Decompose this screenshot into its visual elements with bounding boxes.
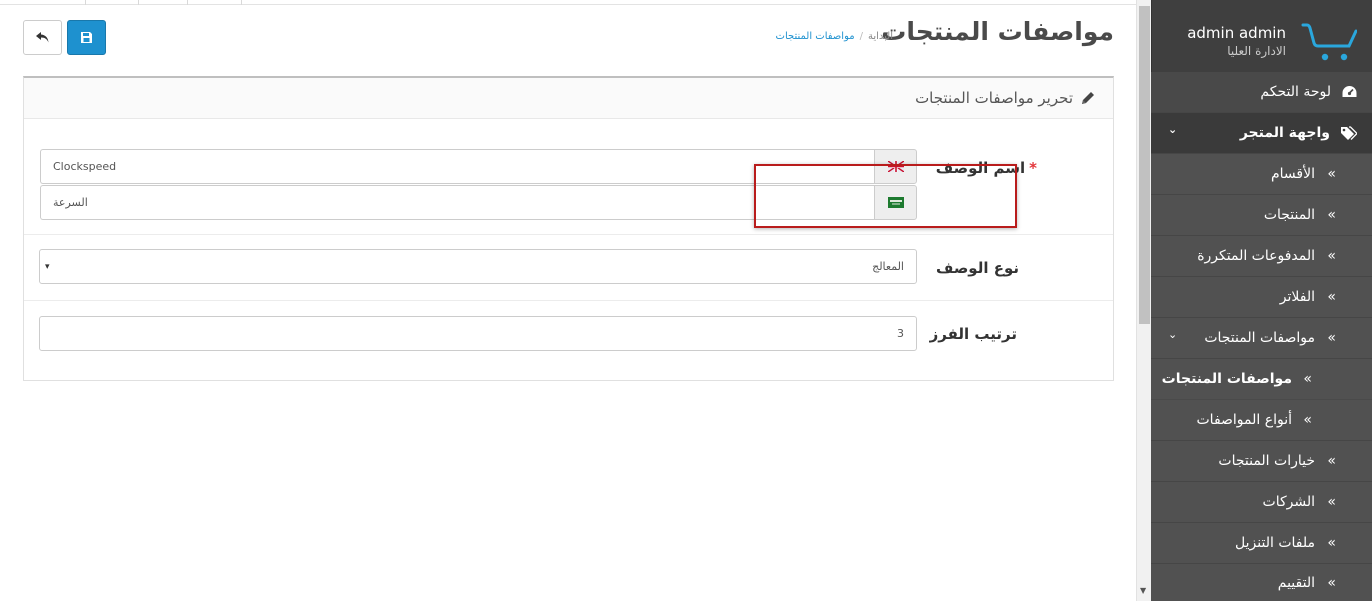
double-chevron-icon: » [1327, 207, 1336, 223]
sidebar-item-catalog[interactable]: واجهة المتجر ⌄ [1151, 113, 1372, 154]
cart-icon [1301, 23, 1357, 61]
sidebar-item-reviews[interactable]: » التقييم [1151, 564, 1372, 601]
double-chevron-icon: » [1327, 166, 1336, 182]
double-chevron-icon: » [1327, 494, 1336, 510]
panel-heading: تحرير مواصفات المنتجات [24, 78, 1113, 119]
breadcrumb-separator: / [859, 31, 863, 42]
panel-title: تحرير مواصفات المنتجات [915, 89, 1095, 107]
save-button[interactable] [67, 20, 106, 55]
panel-title-text: تحرير مواصفات المنتجات [915, 89, 1073, 107]
sidebar-item-attributes-current[interactable]: » مواصفات المنتجات [1151, 359, 1372, 400]
sidebar-item-label: ملفات التنزيل [1235, 535, 1315, 551]
uk-flag-icon [887, 161, 904, 172]
group-label: نوع الوصف [935, 259, 1019, 277]
sidebar-item-label: خيارات المنتجات [1218, 453, 1315, 469]
save-icon [81, 32, 92, 43]
name-label: *اسم الوصف [936, 159, 1037, 177]
form-row-group: نوع الوصف ▾ المعالج [24, 235, 1113, 301]
sidebar-item-label: مواصفات المنتجات [1204, 330, 1315, 346]
name-field-en[interactable]: Clockspeed [40, 149, 874, 184]
name-label-text: اسم الوصف [935, 159, 1026, 177]
form-row-name: *اسم الوصف Clockspeed السرعة [24, 119, 1113, 235]
sidebar-item-attributes[interactable]: » مواصفات المنتجات ⌄ [1151, 318, 1372, 359]
sidebar-profile: admin admin الادارة العليا [1151, 0, 1372, 72]
tags-icon [1341, 126, 1357, 140]
main-content: مواصفات المنتجات البداية / مواصفات المنتجا… [0, 5, 1136, 601]
sidebar-item-dashboard[interactable]: لوحة التحكم [1151, 72, 1372, 113]
scroll-down-arrow-icon[interactable]: ▼ [1140, 586, 1146, 595]
sidebar-item-downloads[interactable]: » ملفات التنزيل [1151, 523, 1372, 564]
sidebar: admin admin الادارة العليا لوحة التحكم و… [1151, 0, 1372, 601]
user-role: الادارة العليا [1227, 44, 1286, 58]
name-field-ar[interactable]: السرعة [40, 185, 874, 220]
group-selected-value: المعالج [872, 260, 904, 273]
breadcrumb: البداية / مواصفات المنتجات [776, 31, 893, 42]
scroll-thumb[interactable] [1139, 6, 1150, 324]
page-title: مواصفات المنتجات [881, 17, 1114, 46]
sidebar-item-label: لوحة التحكم [1260, 84, 1331, 100]
double-chevron-icon: » [1327, 535, 1336, 551]
breadcrumb-current[interactable]: مواصفات المنتجات [776, 31, 855, 42]
flag-addon-ar [874, 185, 917, 220]
edit-panel: تحرير مواصفات المنتجات *اسم الوصف Clocks… [23, 76, 1114, 381]
sidebar-item-filters[interactable]: » الفلاتر [1151, 277, 1372, 318]
sort-order-input[interactable]: 3 [39, 316, 917, 351]
pencil-icon [1082, 92, 1094, 104]
group-select[interactable]: ▾ المعالج [39, 249, 917, 284]
sidebar-item-label: التقييم [1277, 574, 1315, 591]
dashboard-icon [1342, 86, 1357, 97]
chevron-down-icon: ▾ [45, 261, 50, 272]
vertical-scrollbar[interactable]: ▼ [1136, 0, 1151, 601]
sidebar-item-recurring[interactable]: » المدفوعات المتكررة [1151, 236, 1372, 277]
form-row-sort: ترتيب الفرز 3 [24, 301, 1113, 381]
required-mark: * [1029, 159, 1037, 177]
sidebar-item-label: الأقسام [1271, 166, 1315, 182]
sidebar-item-label: واجهة المتجر [1239, 125, 1330, 141]
double-chevron-icon: » [1303, 371, 1312, 387]
sidebar-item-categories[interactable]: » الأقسام [1151, 154, 1372, 195]
double-chevron-icon: » [1327, 574, 1336, 591]
sidebar-item-manufacturers[interactable]: » الشركات [1151, 482, 1372, 523]
sidebar-item-label: المدفوعات المتكررة [1197, 248, 1315, 264]
sidebar-item-products[interactable]: » المنتجات [1151, 195, 1372, 236]
sidebar-item-label: الفلاتر [1279, 289, 1315, 305]
double-chevron-icon: » [1327, 453, 1336, 469]
sidebar-item-label: الشركات [1262, 494, 1315, 510]
chevron-down-icon: ⌄ [1168, 328, 1178, 341]
sidebar-item-attribute-groups[interactable]: » أنواع المواصفات [1151, 400, 1372, 441]
double-chevron-icon: » [1327, 289, 1336, 305]
double-chevron-icon: » [1327, 330, 1336, 346]
chevron-down-icon: ⌄ [1168, 123, 1178, 136]
sidebar-item-label: المنتجات [1263, 207, 1315, 223]
sidebar-item-label: مواصفات المنتجات [1161, 371, 1292, 387]
name-input-en[interactable]: Clockspeed [40, 149, 917, 184]
sidebar-item-options[interactable]: » خيارات المنتجات [1151, 441, 1372, 482]
sa-flag-icon [887, 197, 904, 208]
user-name: admin admin [1187, 24, 1286, 42]
name-input-ar[interactable]: السرعة [40, 185, 917, 220]
sort-order-label: ترتيب الفرز [929, 325, 1017, 343]
reply-icon [36, 32, 49, 43]
breadcrumb-home[interactable]: البداية [868, 31, 893, 42]
double-chevron-icon: » [1327, 248, 1336, 264]
sidebar-item-label: أنواع المواصفات [1196, 412, 1293, 428]
double-chevron-icon: » [1303, 412, 1312, 428]
back-button[interactable] [23, 20, 62, 55]
flag-addon-en [874, 149, 917, 184]
